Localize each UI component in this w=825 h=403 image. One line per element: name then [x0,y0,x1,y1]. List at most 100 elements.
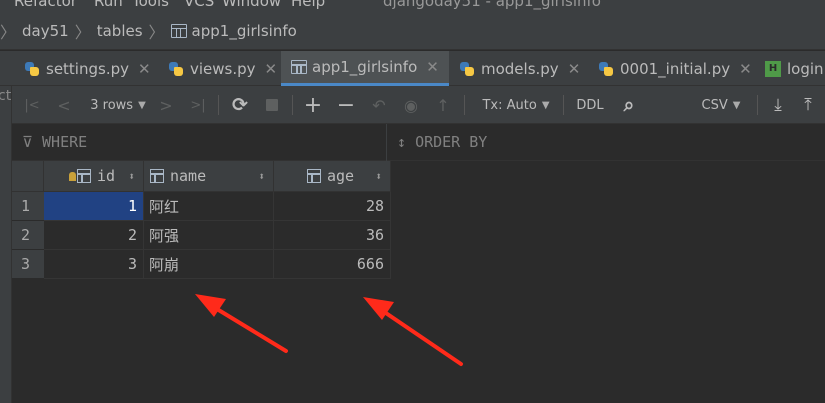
search-icon[interactable]: ⌕ [618,86,640,124]
row-number[interactable]: 1 [12,192,44,221]
menu-vcs[interactable]: VCS [184,0,214,10]
python-file-icon [598,61,614,77]
primary-key-icon [69,171,76,181]
tab-label: app1_girlsinfo [312,58,418,76]
order-by-filter[interactable]: ↕ ORDER BY [397,133,487,151]
table-icon [170,23,187,38]
table-cell-name[interactable]: 阿红 [144,192,274,221]
sort-icon: ↕ [397,133,407,151]
delete-row-icon[interactable]: − [336,86,356,124]
download-icon[interactable]: ⤓ [769,86,787,124]
menu-run[interactable]: Run [94,0,123,10]
menu-window[interactable]: Window [222,0,281,10]
transaction-mode-select[interactable]: Tx: Auto ▼ [480,86,552,124]
table-cell-id[interactable]: 3 [44,250,144,279]
where-label: WHERE [42,133,88,151]
refresh-icon[interactable]: ⟳ [229,86,251,124]
ddl-button[interactable]: DDL [575,86,605,124]
table-cell-id[interactable]: 1 [44,192,144,221]
tab-app1-girlsinfo[interactable]: app1_girlsinfo ✕ [281,51,449,86]
column-label: name [170,167,207,185]
table-cell-age[interactable]: 28 [274,192,391,221]
row-number[interactable]: 2 [12,221,44,250]
filter-icon: ⊽ [22,133,33,151]
export-format-label: CSV [701,97,728,113]
column-label: id [97,167,116,185]
tx-label: Tx: Auto [482,97,537,113]
toolbar-divider [464,95,465,115]
revert-icon[interactable]: ↶ [369,86,389,124]
tab-views-py[interactable]: views.py ✕ [168,51,277,86]
breadcrumb-tables[interactable]: tables [97,22,143,40]
python-file-icon [168,61,184,77]
tab-0001-initial-py[interactable]: 0001_initial.py ✕ [598,51,752,86]
breadcrumb-day51[interactable]: day51 [22,22,69,40]
tab-settings-py[interactable]: settings.py ✕ [24,51,151,86]
filter-divider [386,124,387,161]
table-cell-id[interactable]: 2 [44,221,144,250]
toolbar-divider [292,95,293,115]
column-icon [150,169,164,183]
rows-page-size-select[interactable]: 3 rows ▼ [87,86,149,124]
row-number-header [12,161,44,192]
tab-login[interactable]: H login [765,51,824,86]
menu-bar: Refactor Run Tools VCS Window Help djang… [0,0,825,12]
annotation-arrow-name [195,294,288,353]
breadcrumb: 〉 day51 〉 tables 〉 app1_girlsinfo [0,12,825,50]
tab-models-py[interactable]: models.py ✕ [459,51,580,86]
tab-label: 0001_initial.py [620,59,731,78]
column-header-id[interactable]: id ⬍ [44,161,144,192]
stop-icon[interactable] [263,86,281,124]
menu-tools[interactable]: Tools [132,0,169,10]
menu-help[interactable]: Help [291,0,325,10]
column-header-name[interactable]: name ⬍ [144,161,274,192]
chevron-down-icon: ▼ [732,99,741,111]
column-label: age [327,167,355,185]
preview-icon[interactable]: ◉ [401,86,421,124]
close-icon[interactable]: ✕ [568,60,581,78]
tab-label: views.py [190,59,256,78]
sort-toggle-icon[interactable]: ⬍ [128,170,135,183]
table-cell-age[interactable]: 36 [274,221,391,250]
where-filter[interactable]: ⊽ WHERE [22,133,87,151]
python-file-icon [459,61,475,77]
last-page-icon[interactable]: >| [188,86,208,124]
breadcrumb-app1-girlsinfo[interactable]: app1_girlsinfo [192,22,297,40]
sort-toggle-icon[interactable]: ⬍ [258,170,265,183]
next-page-icon[interactable]: > [157,86,175,124]
window-title: djangoday51 - app1_girlsinfo [383,0,601,10]
order-by-label: ORDER BY [415,133,488,151]
close-icon[interactable]: ✕ [138,60,151,78]
submit-icon[interactable]: ↑ [433,86,453,124]
filter-bar: ⊽ WHERE ↕ ORDER BY [12,124,825,161]
annotation-arrow-age [363,297,463,366]
chevron-down-icon: ▼ [138,99,146,111]
toolbar-divider [563,95,564,115]
breadcrumb-separator: 〉 [148,22,165,42]
toolbar-divider [218,95,219,115]
add-row-icon[interactable]: + [303,86,323,124]
left-gutter: ct [0,86,12,403]
chevron-down-icon: ▼ [541,99,550,111]
table-cell-name[interactable]: 阿强 [144,221,274,250]
column-icon [77,169,91,183]
close-icon[interactable]: ✕ [265,60,278,78]
row-number[interactable]: 3 [12,250,44,279]
column-header-age[interactable]: age ⬍ [274,161,391,192]
table-cell-age[interactable]: 666 [274,250,391,279]
python-file-icon [24,61,40,77]
toolbar-divider [757,95,758,115]
column-icon [307,169,321,183]
sort-toggle-icon[interactable]: ⬍ [375,170,382,183]
close-icon[interactable]: ✕ [739,60,752,78]
breadcrumb-separator: 〉 [0,22,17,42]
first-page-icon[interactable]: |< [22,86,42,124]
previous-page-icon[interactable]: < [54,86,74,124]
close-icon[interactable]: ✕ [426,58,439,76]
table-cell-name[interactable]: 阿崩 [144,250,274,279]
ddl-label: DDL [576,97,604,113]
menu-refactor[interactable]: Refactor [14,0,77,10]
upload-icon[interactable]: ⤒ [799,86,817,124]
export-format-select[interactable]: CSV ▼ [698,86,744,124]
gutter-label: ct [0,88,12,104]
